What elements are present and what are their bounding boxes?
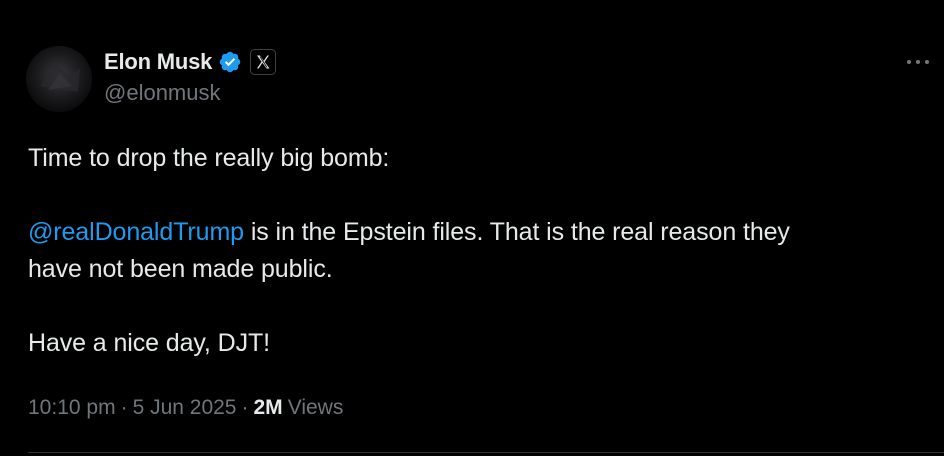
views-count[interactable]: 2M bbox=[254, 396, 283, 420]
tweet-line-text: is in the Epstein files. That is the rea… bbox=[244, 218, 790, 246]
tweet-card: Elon Musk @elonmusk Time to drop the rea… bbox=[0, 0, 944, 456]
tweet-line: Time to drop the really big bomb: bbox=[28, 144, 390, 172]
mention-link[interactable]: @realDonaldTrump bbox=[28, 218, 244, 246]
tweet-line: have not been made public. bbox=[28, 255, 333, 283]
more-dots-icon bbox=[907, 60, 929, 64]
views-label[interactable]: Views bbox=[288, 396, 344, 420]
tweet-meta: 10:10 pm · 5 Jun 2025 · 2M Views bbox=[28, 396, 343, 420]
avatar[interactable] bbox=[26, 46, 92, 112]
author-display-name[interactable]: Elon Musk bbox=[104, 49, 212, 75]
tweet-line: Have a nice day, DJT! bbox=[28, 329, 270, 357]
tweet-text: Time to drop the really big bomb: @realD… bbox=[28, 140, 918, 362]
author-handle[interactable]: @elonmusk bbox=[104, 80, 221, 106]
tweet-date[interactable]: 5 Jun 2025 bbox=[133, 396, 237, 420]
verified-badge-icon[interactable] bbox=[218, 50, 242, 74]
author-name-row: Elon Musk bbox=[104, 47, 277, 77]
divider bbox=[28, 452, 944, 453]
more-options-button[interactable] bbox=[898, 48, 938, 76]
tweet-time[interactable]: 10:10 pm bbox=[28, 396, 116, 420]
avatar-image bbox=[26, 46, 92, 112]
meta-separator: · bbox=[120, 396, 128, 419]
meta-separator: · bbox=[241, 396, 249, 419]
tweet-line: @realDonaldTrump is in the Epstein files… bbox=[28, 214, 918, 251]
x-logo-icon[interactable] bbox=[250, 49, 277, 75]
